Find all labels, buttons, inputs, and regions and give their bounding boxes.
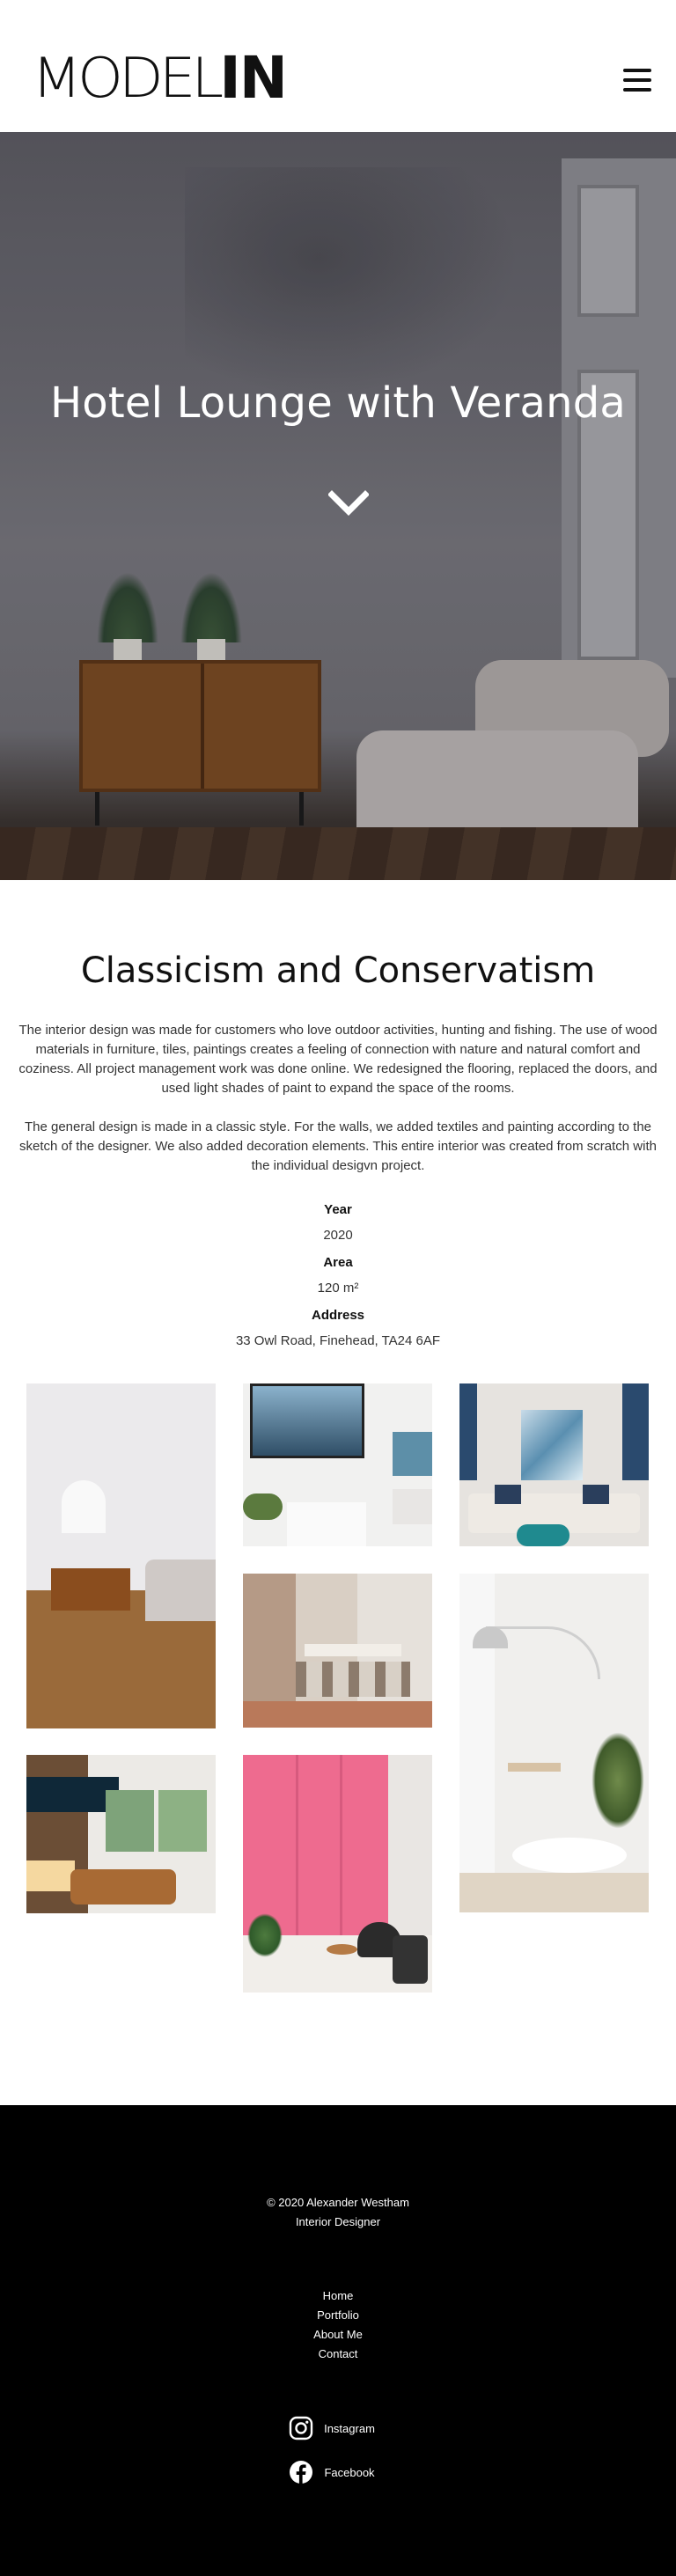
photo-gallery xyxy=(0,1383,676,2105)
hero-title: Hotel Lounge with Veranda xyxy=(50,378,626,428)
address-label: Address xyxy=(311,1308,365,1323)
chevron-down-icon[interactable] xyxy=(327,484,370,525)
year-value: 2020 xyxy=(323,1228,353,1243)
instagram-link[interactable]: Instagram xyxy=(289,2415,375,2441)
logo-text-bold: IN xyxy=(219,44,288,112)
area-label: Area xyxy=(323,1255,353,1270)
site-footer: © 2020 Alexander Westham Interior Design… xyxy=(0,2105,676,2576)
footer-nav-home[interactable]: Home xyxy=(0,2286,676,2306)
logo-text-thin: MODEL xyxy=(32,45,224,111)
gallery-image-fireplace-room[interactable] xyxy=(26,1755,216,1913)
instagram-label: Instagram xyxy=(324,2421,375,2435)
year-label: Year xyxy=(324,1202,352,1217)
facebook-icon xyxy=(290,2461,313,2484)
logo[interactable]: MODEL IN xyxy=(32,49,288,107)
footer-nav-about-me[interactable]: About Me xyxy=(0,2325,676,2345)
area-value: 120 m² xyxy=(317,1281,359,1295)
project-section: Classicism and Conservatism The interior… xyxy=(0,880,676,1348)
social-links: Instagram Facebook xyxy=(0,2415,676,2503)
site-header: MODEL IN xyxy=(0,0,676,132)
gallery-image-living-room[interactable] xyxy=(26,1383,216,1728)
instagram-icon xyxy=(289,2416,313,2440)
hero-banner: Hotel Lounge with Veranda xyxy=(0,132,676,880)
section-title: Classicism and Conservatism xyxy=(80,950,596,991)
gallery-image-painting-room[interactable] xyxy=(243,1383,432,1546)
footer-nav-contact[interactable]: Contact xyxy=(0,2345,676,2364)
gallery-image-lamp-corner[interactable] xyxy=(459,1574,649,1912)
gallery-image-dining-room[interactable] xyxy=(243,1574,432,1728)
copyright-text: © 2020 Alexander Westham xyxy=(267,2196,409,2209)
address-value: 33 Owl Road, Finehead, TA24 6AF xyxy=(235,1333,441,1348)
designer-role: Interior Designer xyxy=(295,2215,381,2228)
project-details: Year 2020 Area 120 m² Address 33 Owl Roa… xyxy=(18,1202,658,1348)
facebook-label: Facebook xyxy=(324,2465,375,2479)
description-paragraph: The interior design was made for custome… xyxy=(18,1023,658,1096)
copyright-block: © 2020 Alexander Westham Interior Design… xyxy=(0,2105,676,2232)
description-paragraph: The general design is made in a classic … xyxy=(19,1119,657,1173)
footer-nav: Home Portfolio About Me Contact xyxy=(0,2286,676,2364)
gallery-image-pink-wall-room[interactable] xyxy=(243,1755,432,1993)
gallery-image-blue-sofa-room[interactable] xyxy=(459,1383,649,1546)
facebook-link[interactable]: Facebook xyxy=(289,2459,375,2485)
hamburger-menu-icon[interactable] xyxy=(623,69,651,93)
footer-nav-portfolio[interactable]: Portfolio xyxy=(0,2306,676,2325)
